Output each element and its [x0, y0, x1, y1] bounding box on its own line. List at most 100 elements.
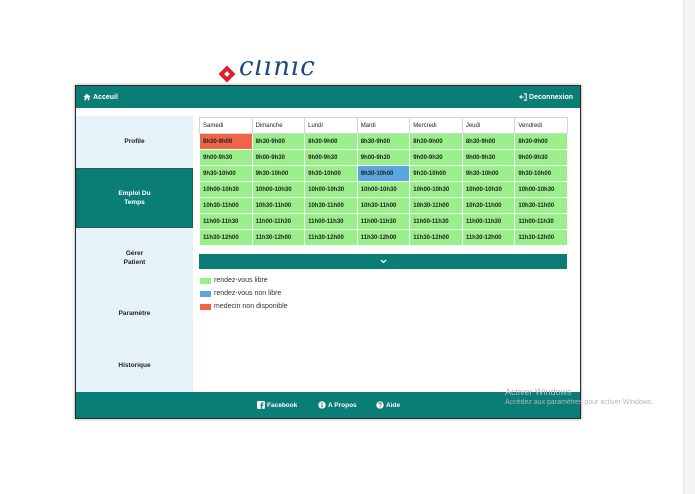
time-slot-cell[interactable]: 10h30-11h00: [356, 197, 411, 214]
watermark-title: Activer Windows: [505, 387, 572, 397]
legend-label: medecin non disponible: [214, 303, 288, 310]
home-link[interactable]: Acceuil: [83, 93, 118, 101]
time-slot-cell[interactable]: 9h00-9h30: [356, 149, 411, 166]
day-header: Samedi: [199, 117, 253, 134]
time-slot-cell[interactable]: 11h00-11h30: [409, 213, 463, 230]
logout-link[interactable]: Deconnexion: [519, 93, 573, 101]
schedule-body: 8h30-9h00 8h30-9h00 8h30-9h00 8h30-9h00 8h30…: [199, 133, 568, 246]
time-slot-cell[interactable]: 9h00-9h30: [514, 149, 568, 166]
time-slot-cell[interactable]: 8h30-9h00: [356, 133, 411, 150]
page: clinic Acceuil Deconnexion Profile Emplo…: [0, 0, 695, 494]
time-slot-cell[interactable]: 11h30-12h00: [304, 229, 358, 246]
day-header: Lundi: [304, 117, 358, 134]
sidebar-item-schedule[interactable]: Emploi Du Temps: [76, 168, 193, 228]
legend: rendez-vous libre rendez-vous non libre …: [200, 274, 288, 313]
legend-item: rendez-vous non libre: [200, 287, 288, 300]
time-slot-cell[interactable]: 11h30-12h00: [199, 229, 253, 246]
time-slot-cell[interactable]: 8h30-9h00: [514, 133, 568, 150]
time-slot-cell[interactable]: 10h00-10h30: [251, 181, 306, 198]
table-row: 9h00-9h30 9h00-9h30 9h00-9h30 9h00-9h30 9h00…: [199, 149, 568, 166]
time-slot-cell[interactable]: 11h30-12h00: [409, 229, 463, 246]
sidebar-item-profile[interactable]: Profile: [76, 116, 193, 166]
time-slot-cell[interactable]: 10h00-10h30: [356, 181, 411, 198]
legend-label: rendez-vous libre: [214, 277, 268, 284]
time-slot-cell[interactable]: 10h30-11h00: [199, 197, 253, 214]
time-slot-cell[interactable]: 10h00-10h30: [461, 181, 516, 198]
sidebar-item-history[interactable]: Historique: [76, 340, 193, 390]
time-slot-cell[interactable]: 11h00-11h30: [251, 213, 306, 230]
facebook-link[interactable]: Facebook: [257, 401, 297, 409]
time-slot-cell[interactable]: 8h30-9h00: [461, 133, 516, 150]
time-slot-cell[interactable]: 9h30-10h00: [356, 165, 411, 182]
time-slot-cell[interactable]: 9h00-9h30: [199, 149, 253, 166]
day-header: Mercredi: [409, 117, 463, 134]
time-slot-cell[interactable]: 9h30-10h00: [199, 165, 253, 182]
sidebar-item-label: Historique: [118, 361, 151, 369]
time-slot-cell[interactable]: 11h30-12h00: [356, 229, 411, 246]
table-row: 9h30-10h00 9h30-10h00 9h30-10h00 9h30-10h00…: [199, 165, 568, 182]
help-icon: [376, 401, 384, 409]
time-slot-cell[interactable]: 9h30-10h00: [409, 165, 463, 182]
app-window: Acceuil Deconnexion Profile Emploi Du Te…: [75, 85, 581, 419]
legend-item: rendez-vous libre: [200, 274, 288, 287]
time-slot-cell[interactable]: 10h30-11h00: [251, 197, 306, 214]
time-slot-cell[interactable]: 10h30-11h00: [514, 197, 568, 214]
page-scrollbar[interactable]: [683, 0, 695, 494]
time-slot-cell[interactable]: 11h30-12h00: [251, 229, 306, 246]
time-slot-cell[interactable]: 11h30-12h00: [461, 229, 516, 246]
watermark-subtitle: Accédez aux paramètres pour activer Wind…: [505, 399, 654, 406]
about-link[interactable]: A Propos: [318, 401, 357, 409]
facebook-icon: [257, 401, 265, 409]
chevron-down-icon: [380, 259, 386, 264]
time-slot-cell[interactable]: 10h30-11h00: [409, 197, 463, 214]
time-slot-cell[interactable]: 10h00-10h30: [304, 181, 358, 198]
time-slot-cell[interactable]: 10h30-11h00: [304, 197, 358, 214]
time-slot-cell[interactable]: 11h00-11h30: [304, 213, 358, 230]
sidebar-item-label: Emploi Du Temps: [118, 190, 151, 206]
time-slot-cell[interactable]: 9h30-10h00: [304, 165, 358, 182]
time-slot-cell[interactable]: 9h00-9h30: [304, 149, 358, 166]
table-row: 8h30-9h00 8h30-9h00 8h30-9h00 8h30-9h00 8h30…: [199, 133, 568, 150]
logout-label: Deconnexion: [529, 93, 573, 101]
time-slot-cell[interactable]: 11h00-11h30: [356, 213, 411, 230]
home-icon: [83, 93, 91, 101]
time-slot-cell[interactable]: 9h30-10h00: [251, 165, 306, 182]
day-header: Jeudi: [461, 117, 516, 134]
help-label: Aide: [386, 401, 401, 409]
legend-label: rendez-vous non libre: [214, 290, 282, 297]
table-row: 10h30-11h00 10h30-11h00 10h30-11h00 10h30-1…: [199, 197, 568, 214]
help-link[interactable]: Aide: [376, 401, 400, 409]
time-slot-cell[interactable]: 9h00-9h30: [409, 149, 463, 166]
time-slot-cell[interactable]: 10h00-10h30: [199, 181, 253, 198]
table-row: 11h30-12h00 11h30-12h00 11h30-12h00 11h30-1…: [199, 229, 568, 246]
time-slot-cell[interactable]: 11h00-11h30: [461, 213, 516, 230]
time-slot-cell[interactable]: 10h00-10h30: [514, 181, 568, 198]
time-slot-cell[interactable]: 8h30-9h00: [304, 133, 358, 150]
sidebar-item-label: Gérer Patient: [123, 250, 146, 266]
sidebar-item-settings[interactable]: Paramètre: [76, 288, 193, 338]
time-slot-cell[interactable]: 11h00-11h30: [199, 213, 253, 230]
time-slot-cell[interactable]: 9h00-9h30: [251, 149, 306, 166]
time-slot-cell[interactable]: 10h00-10h30: [409, 181, 463, 198]
app-logo: clinic: [219, 60, 329, 84]
time-slot-cell[interactable]: 10h30-11h00: [461, 197, 516, 214]
time-slot-cell[interactable]: 9h00-9h30: [461, 149, 516, 166]
sidebar-item-patients[interactable]: Gérer Patient: [76, 233, 193, 283]
time-slot-cell[interactable]: 9h30-10h00: [514, 165, 568, 182]
day-header: Mardi: [356, 117, 411, 134]
schedule-header-row: Samedi Dimanche Lundi Mardi Mercredi Jeudi Ven…: [199, 117, 568, 134]
time-slot-cell[interactable]: 11h30-12h00: [514, 229, 568, 246]
facebook-label: Facebook: [267, 401, 298, 409]
time-slot-cell[interactable]: 8h30-9h00: [409, 133, 463, 150]
schedule-table: Samedi Dimanche Lundi Mardi Mercredi Jeudi Ven…: [199, 117, 568, 246]
time-slot-cell[interactable]: 8h30-9h00: [251, 133, 306, 150]
time-slot-cell[interactable]: 11h00-11h30: [514, 213, 568, 230]
expand-schedule-button[interactable]: [199, 254, 567, 269]
home-label: Acceuil: [93, 93, 118, 101]
windows-activation-watermark: Activer Windows Accédez aux paramètres p…: [505, 387, 653, 406]
top-navbar: Acceuil Deconnexion: [76, 86, 580, 108]
time-slot-cell[interactable]: 9h30-10h00: [461, 165, 516, 182]
time-slot-cell[interactable]: 8h30-9h00: [199, 133, 253, 150]
info-icon: [318, 401, 326, 409]
legend-swatch-free: [200, 277, 211, 284]
